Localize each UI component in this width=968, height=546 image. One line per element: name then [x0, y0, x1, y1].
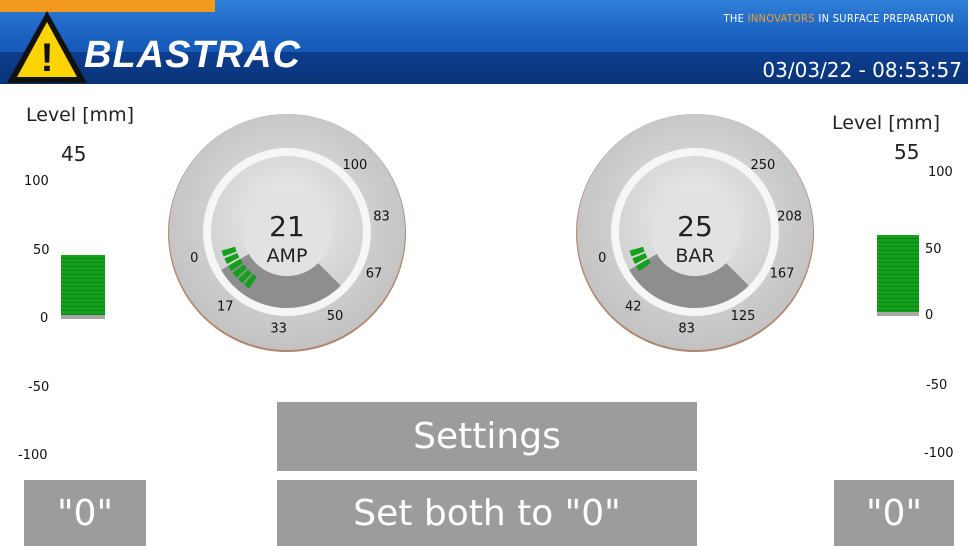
- right-level-baseline: [877, 312, 919, 316]
- datetime-display: 03/03/22 - 08:53:57: [762, 58, 962, 82]
- bar-tick-label: 167: [770, 267, 795, 282]
- warning-mark: !: [40, 36, 53, 80]
- right-level-bar: [877, 234, 919, 314]
- bar-gauge: 25 BAR 0 42 83 125 167 208 250: [576, 114, 814, 352]
- left-tick-50: 50: [33, 243, 50, 258]
- amp-gauge: 21 AMP 0 17 33 50 67 83 100: [168, 114, 406, 352]
- left-level-baseline: [61, 315, 105, 319]
- left-tick-100: 100: [24, 174, 49, 189]
- bar-tick-label: 125: [731, 309, 756, 324]
- bar-gauge-value: 25: [677, 210, 713, 243]
- bar-tick-label: 208: [777, 209, 802, 224]
- amp-tick-label: 83: [373, 209, 390, 224]
- bar-tick-label: 83: [678, 322, 695, 337]
- left-tick-0: 0: [40, 311, 49, 326]
- left-tick-minus-100: -100: [18, 448, 48, 463]
- header-bar: THE INNOVATORS IN SURFACE PREPARATION BL…: [0, 0, 968, 84]
- right-tick-100: 100: [928, 165, 953, 180]
- bar-gauge-unit: BAR: [675, 245, 714, 267]
- amp-tick-label: 50: [327, 309, 344, 324]
- amp-gauge-value: 21: [269, 210, 305, 243]
- left-zero-button[interactable]: "0": [24, 480, 146, 546]
- right-tick-minus-50: -50: [926, 378, 948, 393]
- bar-tick-label: 42: [625, 300, 642, 315]
- warning-triangle-icon[interactable]: !: [4, 8, 90, 86]
- left-level-label: Level [mm]: [26, 104, 135, 126]
- left-tick-minus-50: -50: [28, 380, 50, 395]
- right-level-label: Level [mm]: [832, 112, 941, 134]
- amp-tick-label: 17: [217, 300, 234, 315]
- left-level-value: 45: [61, 142, 87, 166]
- amp-tick-label: 67: [366, 267, 383, 282]
- amp-tick-label: 0: [190, 251, 198, 266]
- set-both-zero-button[interactable]: Set both to "0": [277, 480, 697, 546]
- left-level-bar: [61, 255, 105, 317]
- amp-gauge-unit: AMP: [267, 245, 308, 267]
- bar-tick-label: 0: [598, 251, 606, 266]
- right-tick-0: 0: [925, 308, 934, 323]
- right-zero-button[interactable]: "0": [834, 480, 954, 546]
- right-level-value: 55: [894, 140, 920, 164]
- settings-button[interactable]: Settings: [277, 402, 697, 471]
- bar-tick-label: 250: [750, 158, 775, 173]
- amp-tick-label: 100: [342, 158, 367, 173]
- brand-logo: BLASTRAC: [84, 34, 301, 76]
- right-tick-minus-100: -100: [924, 446, 954, 461]
- amp-tick-label: 33: [270, 322, 287, 337]
- right-tick-50: 50: [925, 242, 942, 257]
- tagline: THE INNOVATORS IN SURFACE PREPARATION: [723, 12, 954, 25]
